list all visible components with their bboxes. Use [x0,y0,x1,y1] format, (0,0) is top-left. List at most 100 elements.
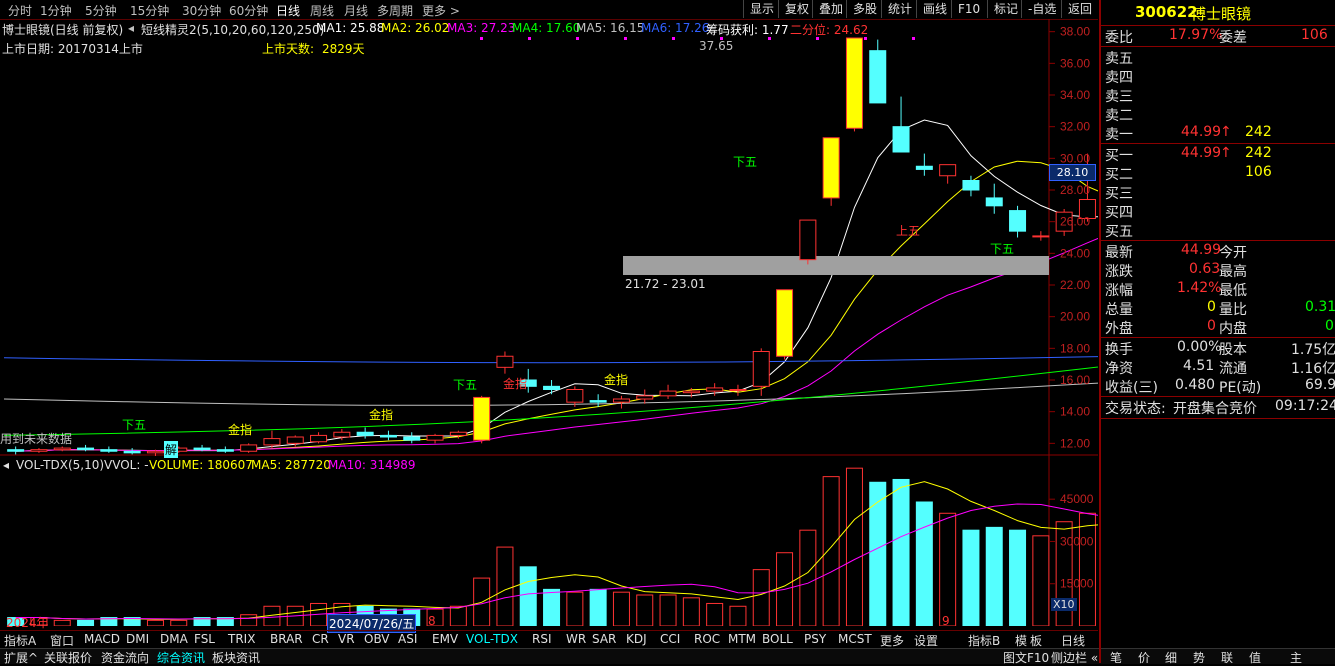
tab-5min[interactable]: 5分钟 [85,2,117,19]
indicator-tab-12[interactable]: EMV [432,632,458,646]
indicator-tab-13[interactable]: VOL-TDX [466,632,518,646]
month-label-8: 8 [428,614,436,628]
indicator-tab-2[interactable]: MACD [84,632,120,646]
candle-body [845,37,863,129]
template-tab-2[interactable]: 板 [1030,632,1042,649]
volume-chart[interactable]: 45000 30000 15000 [0,456,1098,626]
tab-daily[interactable]: 日线 [276,2,300,19]
price-tick-label: 18.00 [1060,341,1090,355]
buy4-label: 买四 [1105,205,1133,221]
stock-code: 300622 [1135,3,1198,21]
indicator-tab-23[interactable]: MCST [838,632,872,646]
collapse-icon[interactable]: ◂ [128,21,134,35]
divider [1101,396,1335,397]
indicator-tab-0[interactable]: 指标A [4,632,36,649]
display-button[interactable]: 显示 [743,0,780,18]
indicator-tab-18[interactable]: CCI [660,632,680,646]
f10-button[interactable]: F10 [951,0,986,18]
tab-60min[interactable]: 60分钟 [229,2,268,19]
ma-line-60 [3,366,1098,436]
indicator-tab-15[interactable]: WR [566,632,586,646]
tab-more[interactable]: 更多 > [422,2,460,19]
back-button[interactable]: 返回 [1061,0,1098,18]
indicator-name[interactable]: 短线精灵2(5,10,20,60,120,250) [141,21,324,38]
price-tick-label: 28.00 [1060,183,1090,197]
indicator-tab-20[interactable]: MTM [728,632,756,646]
up-arrow-icon: ↑ [1220,145,1232,161]
expand-tab[interactable]: 扩展^ [4,649,38,666]
volume-indicator-name[interactable]: VOL-TDX(5,10) [16,458,104,472]
outer-label: 外盘 [1105,321,1133,337]
indicator-b-tab[interactable]: 指标B [968,632,1000,649]
tab-1min[interactable]: 1分钟 [40,2,72,19]
volume-bar [962,529,980,626]
template-tab-1[interactable]: 模 [1015,632,1027,649]
tab-30min[interactable]: 30分钟 [182,2,221,19]
nav-label: 净资 [1105,361,1133,377]
indicator-tab-22[interactable]: PSY [804,632,826,646]
candle-body [822,137,840,199]
tab-weekly[interactable]: 周线 [310,2,334,19]
signal-shangwu: 上五 [896,224,921,238]
indicator-tab-3[interactable]: DMI [126,632,149,646]
ma5-value: MA5: 16.15 [576,21,645,35]
capital-flow-tab[interactable]: 资金流向 [101,649,149,666]
indicator-tab-9[interactable]: VR [338,632,355,646]
indicator-tab-21[interactable]: BOLL [762,632,793,646]
inner-value: 0 [1325,318,1334,334]
candle-body [7,449,25,452]
volume-bar [170,619,188,626]
volume-bar [566,591,584,626]
chevron-right-icon: > [449,4,460,18]
tab-multi-period[interactable]: 多周期 [377,2,413,19]
signal-xiawu-2: 下五 [990,242,1015,256]
divider [1101,143,1335,144]
indicator-tab-16[interactable]: SAR [592,632,616,646]
ma4-value: MA4: 17.60 [512,21,581,35]
tab-15min[interactable]: 15分钟 [130,2,169,19]
news-tab[interactable]: 综合资讯 [157,649,205,666]
high-label: 最高 [1219,264,1247,280]
volume-bar [985,526,1003,626]
weibi-value: 17.97% [1169,27,1223,43]
candle-body [356,431,374,436]
change-label: 涨跌 [1105,264,1133,280]
candlestick-chart[interactable]: 38.0036.0034.0032.0030.0028.0026.0024.00… [0,19,1098,456]
indicator-tab-7[interactable]: BRAR [270,632,303,646]
candle-body [612,398,630,403]
indicator-tab-25[interactable]: 设置 [914,632,938,649]
sidebar-toggle[interactable]: 侧边栏 « [1051,649,1098,666]
candle-body [286,436,304,444]
sector-news-tab[interactable]: 板块资讯 [212,649,260,666]
overlay-button[interactable]: 叠加 [812,0,849,18]
volume-bar [636,594,654,626]
indicator-tab-1[interactable]: 窗口 [50,632,74,649]
indicator-tab-14[interactable]: RSI [532,632,552,646]
indicator-tab-10[interactable]: OBV [364,632,390,646]
tab-minute[interactable]: 分时 [8,2,32,19]
indicator-tab-bar: 指标A 窗口 MACD DMI DMA FSL TRIX BRAR CR VR OBV ASI EMV V… [0,630,1098,648]
indicator-tab-8[interactable]: CR [312,632,329,646]
mark-button[interactable]: 标记 [987,0,1024,18]
candle-body [589,400,607,403]
indicator-tab-19[interactable]: ROC [694,632,720,646]
indicator-tab-17[interactable]: KDJ [626,632,647,646]
indicator-tab-24[interactable]: 更多 [880,632,904,649]
quote-header: 300622 博士眼镜 [1101,0,1335,25]
restore-rights-button[interactable]: 复权 [778,0,815,18]
collapse-vol-icon[interactable]: ◂ [3,458,9,472]
indicator-tab-5[interactable]: FSL [194,632,215,646]
add-favorite-button[interactable]: -自选 [1021,0,1062,18]
related-quote-tab[interactable]: 关联报价 [44,649,92,666]
multi-stock-button[interactable]: 多股 [846,0,883,18]
graphic-f10-tab[interactable]: 图文F10 [1003,649,1049,666]
indicator-tab-6[interactable]: TRIX [228,632,255,646]
draw-line-button[interactable]: 画线 [916,0,953,18]
sell4-label: 卖四 [1105,70,1133,86]
indicator-tab-11[interactable]: ASI [398,632,417,646]
daily-tab[interactable]: 日线 [1061,632,1085,649]
vvol-value: VVOL: - [104,458,149,472]
indicator-tab-4[interactable]: DMA [160,632,188,646]
statistics-button[interactable]: 统计 [881,0,918,18]
tab-monthly[interactable]: 月线 [344,2,368,19]
